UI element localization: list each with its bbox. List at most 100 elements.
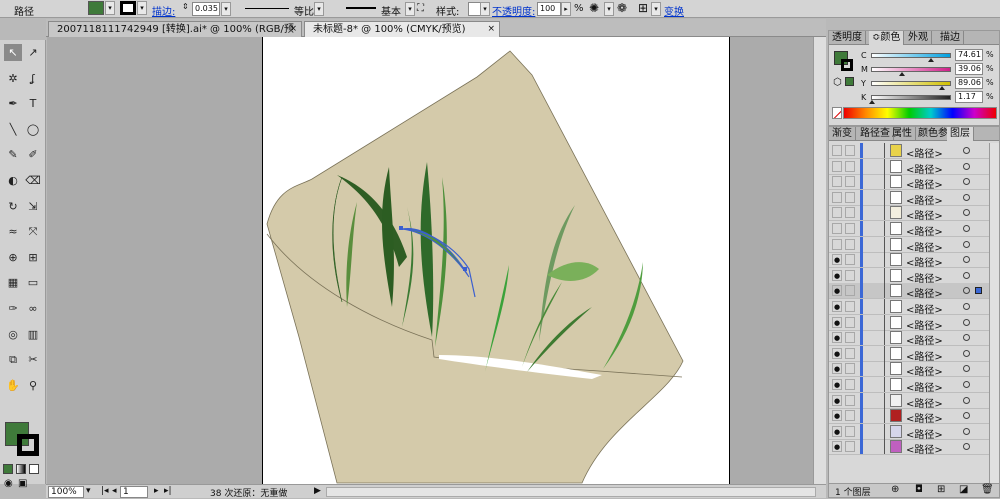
- new-sublayer-icon[interactable]: ⊞: [937, 484, 945, 495]
- line-tool[interactable]: ╲: [4, 121, 22, 138]
- layer-row[interactable]: ● <路径>: [829, 267, 989, 285]
- target-circle-icon[interactable]: [963, 225, 970, 232]
- artboard-input[interactable]: 1: [120, 486, 148, 498]
- horizontal-scrollbar[interactable]: [326, 487, 816, 497]
- stroke-weight-dropdown[interactable]: ▾: [221, 2, 231, 16]
- layer-row[interactable]: ● <路径>: [829, 299, 989, 316]
- tab-transparency[interactable]: 透明度: [829, 31, 866, 45]
- stroke-swatch[interactable]: [120, 1, 136, 15]
- visibility-eye-icon[interactable]: ●: [832, 301, 842, 312]
- visibility-eye-icon[interactable]: ●: [832, 379, 842, 390]
- tab-appearance[interactable]: 外观: [905, 31, 932, 45]
- layer-row[interactable]: ● <路径>: [829, 252, 989, 269]
- tab-document-1[interactable]: 2007118111742949 [转换].ai* @ 100% (RGB/预览…: [48, 21, 302, 50]
- brush-dropdown[interactable]: ▾: [405, 2, 415, 16]
- magic-wand-tool[interactable]: ✲: [4, 70, 22, 87]
- draw-normal-icon[interactable]: ◉: [4, 478, 13, 489]
- visibility-eye-icon[interactable]: ●: [832, 347, 842, 359]
- type-tool[interactable]: T: [24, 95, 42, 112]
- layer-row[interactable]: ● <路径>: [829, 377, 989, 394]
- target-circle-icon[interactable]: [963, 256, 970, 264]
- fill-swatch[interactable]: [88, 1, 104, 15]
- tab-stroke[interactable]: 描边: [937, 31, 964, 45]
- target-circle-icon[interactable]: [963, 162, 970, 170]
- screen-mode-icon[interactable]: ▣: [18, 478, 27, 489]
- next-artboard-icon[interactable]: ▸: [154, 486, 159, 496]
- stroke-color-box[interactable]: [17, 434, 39, 456]
- target-circle-icon[interactable]: [963, 396, 970, 404]
- hand-tool[interactable]: ✋: [4, 377, 22, 394]
- visibility-eye-icon[interactable]: ●: [832, 332, 842, 344]
- blob-brush-tool[interactable]: ◐: [4, 172, 22, 189]
- slice-tool[interactable]: ✂: [24, 351, 42, 368]
- visibility-eye-icon[interactable]: ●: [832, 269, 842, 281]
- lock-toggle[interactable]: [845, 207, 855, 219]
- target-circle-icon[interactable]: [963, 334, 970, 342]
- locate-object-icon[interactable]: ⊕: [891, 484, 899, 495]
- tab-document-2[interactable]: 未标题-8* @ 100% (CMYK/预览) ×: [304, 21, 500, 37]
- visibility-eye-icon[interactable]: [832, 238, 842, 250]
- style-dropdown[interactable]: ▾: [480, 2, 490, 16]
- slider-track[interactable]: [871, 95, 951, 100]
- gradient-tool[interactable]: ▭: [24, 274, 42, 291]
- slider-track[interactable]: [871, 53, 951, 58]
- opacity-dropdown[interactable]: ▸: [561, 2, 571, 16]
- target-circle-icon[interactable]: [963, 318, 970, 326]
- first-artboard-icon[interactable]: |◂: [101, 486, 109, 496]
- status-menu-icon[interactable]: ▶: [314, 486, 321, 496]
- slider-thumb[interactable]: [927, 58, 934, 62]
- fill-dropdown[interactable]: ▾: [105, 1, 115, 15]
- slider-track[interactable]: [871, 67, 951, 72]
- ellipse-tool[interactable]: ◯: [24, 121, 42, 138]
- canvas-area[interactable]: [47, 37, 826, 484]
- direct-selection-tool[interactable]: ↗: [24, 44, 42, 61]
- lock-toggle[interactable]: [845, 285, 855, 297]
- opacity-link[interactable]: 不透明度:: [492, 3, 535, 18]
- stroke-dropdown[interactable]: ▾: [137, 1, 147, 15]
- visibility-eye-icon[interactable]: ●: [832, 425, 842, 437]
- align-icon[interactable]: ⊞: [638, 1, 648, 15]
- lock-toggle[interactable]: [845, 394, 855, 406]
- lock-toggle[interactable]: [845, 316, 855, 328]
- visibility-eye-icon[interactable]: [832, 223, 842, 234]
- slider-value[interactable]: 74.61: [955, 49, 983, 61]
- visibility-eye-icon[interactable]: [832, 191, 842, 203]
- layer-row[interactable]: ● <路径>: [829, 314, 989, 332]
- layer-row[interactable]: ● <路径>: [829, 423, 989, 441]
- layer-row[interactable]: <路径>: [829, 158, 989, 176]
- lock-toggle[interactable]: [845, 301, 855, 312]
- profile-dropdown[interactable]: ▾: [314, 2, 324, 16]
- target-circle-icon[interactable]: [963, 147, 970, 154]
- eraser-tool[interactable]: ⌫: [24, 172, 42, 189]
- lock-toggle[interactable]: [845, 410, 855, 422]
- zoom-input[interactable]: 100%: [48, 486, 84, 498]
- lock-toggle[interactable]: [845, 441, 855, 453]
- gradient-mode-icon[interactable]: [16, 464, 26, 474]
- scale-tool[interactable]: ⇲: [24, 198, 42, 215]
- new-layer-icon[interactable]: ◪: [959, 484, 968, 495]
- layer-row[interactable]: <路径>: [829, 236, 989, 254]
- visibility-eye-icon[interactable]: ●: [832, 254, 842, 266]
- visibility-eye-icon[interactable]: ●: [832, 394, 842, 406]
- rotate-tool[interactable]: ↻: [4, 198, 22, 215]
- shape-builder-tool[interactable]: ⊕: [4, 249, 22, 266]
- vertical-scrollbar[interactable]: [813, 37, 826, 484]
- visibility-eye-icon[interactable]: ●: [832, 316, 842, 328]
- visibility-eye-icon[interactable]: [832, 207, 842, 219]
- stroke-stepper-icon[interactable]: ⇕: [182, 2, 190, 15]
- visibility-eye-icon[interactable]: ●: [832, 441, 842, 453]
- layer-row[interactable]: ● <路径>: [829, 439, 989, 456]
- target-circle-icon[interactable]: [963, 381, 970, 388]
- target-circle-icon[interactable]: [963, 240, 970, 248]
- web-safe-swatch[interactable]: [845, 77, 854, 86]
- target-circle-icon[interactable]: [963, 303, 970, 310]
- layer-row[interactable]: <路径>: [829, 221, 989, 238]
- blend-tool[interactable]: ∞: [24, 300, 42, 317]
- selection-tool[interactable]: ↖: [4, 44, 22, 61]
- slider-thumb[interactable]: [868, 100, 875, 104]
- lock-toggle[interactable]: [845, 254, 855, 266]
- lock-toggle[interactable]: [845, 363, 855, 375]
- free-transform-tool[interactable]: ⤧: [24, 223, 42, 240]
- visibility-eye-icon[interactable]: ●: [832, 410, 842, 422]
- layer-row[interactable]: <路径>: [829, 189, 989, 207]
